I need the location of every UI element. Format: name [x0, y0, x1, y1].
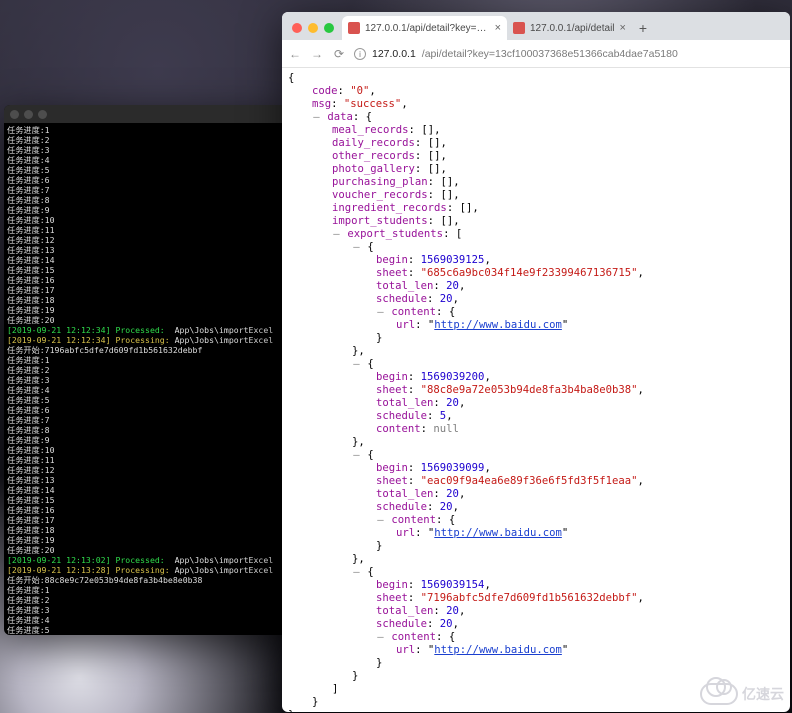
browser-tab-inactive[interactable]: 127.0.0.1/api/detail × — [507, 16, 632, 40]
browser-toolbar: ← → ⟳ i 127.0.0.1/api/detail?key=13cf100… — [282, 40, 790, 68]
terminal-traffic-close[interactable] — [10, 110, 19, 119]
window-minimize-button[interactable] — [308, 23, 318, 33]
terminal-titlebar[interactable] — [4, 105, 288, 123]
terminal-traffic-min[interactable] — [24, 110, 33, 119]
terminal-output[interactable]: 任务进度:1 任务进度:2 任务进度:3 任务进度:4 任务进度:5 任务进度:… — [4, 123, 288, 635]
window-close-button[interactable] — [292, 23, 302, 33]
close-icon[interactable]: × — [495, 22, 501, 34]
new-tab-button[interactable]: + — [632, 20, 654, 40]
address-bar[interactable]: i 127.0.0.1/api/detail?key=13cf100037368… — [354, 48, 784, 60]
cloud-icon — [700, 683, 738, 705]
tab-title: 127.0.0.1/api/detail?key=13cf10 — [365, 23, 490, 34]
window-zoom-button[interactable] — [324, 23, 334, 33]
site-info-icon[interactable]: i — [354, 48, 366, 60]
reload-button[interactable]: ⟳ — [332, 47, 346, 61]
favicon-icon — [513, 22, 525, 34]
watermark-text: 亿速云 — [742, 684, 784, 704]
browser-tabstrip: 127.0.0.1/api/detail?key=13cf10 × 127.0.… — [282, 12, 790, 40]
url-path: /api/detail?key=13cf100037368e51366cab4d… — [422, 48, 678, 60]
browser-window: 127.0.0.1/api/detail?key=13cf10 × 127.0.… — [282, 12, 790, 712]
forward-button[interactable]: → — [310, 47, 324, 61]
terminal-traffic-max[interactable] — [38, 110, 47, 119]
tab-title: 127.0.0.1/api/detail — [530, 23, 615, 34]
browser-traffic-lights — [292, 23, 334, 33]
close-icon[interactable]: × — [620, 22, 626, 34]
favicon-icon — [348, 22, 360, 34]
url-host: 127.0.0.1 — [372, 48, 416, 60]
back-button[interactable]: ← — [288, 47, 302, 61]
json-viewer[interactable]: {code: "0",msg: "success",– data: {meal_… — [282, 68, 790, 712]
browser-tab-active[interactable]: 127.0.0.1/api/detail?key=13cf10 × — [342, 16, 507, 40]
terminal-window: 任务进度:1 任务进度:2 任务进度:3 任务进度:4 任务进度:5 任务进度:… — [4, 105, 288, 635]
watermark-logo: 亿速云 — [700, 683, 784, 705]
